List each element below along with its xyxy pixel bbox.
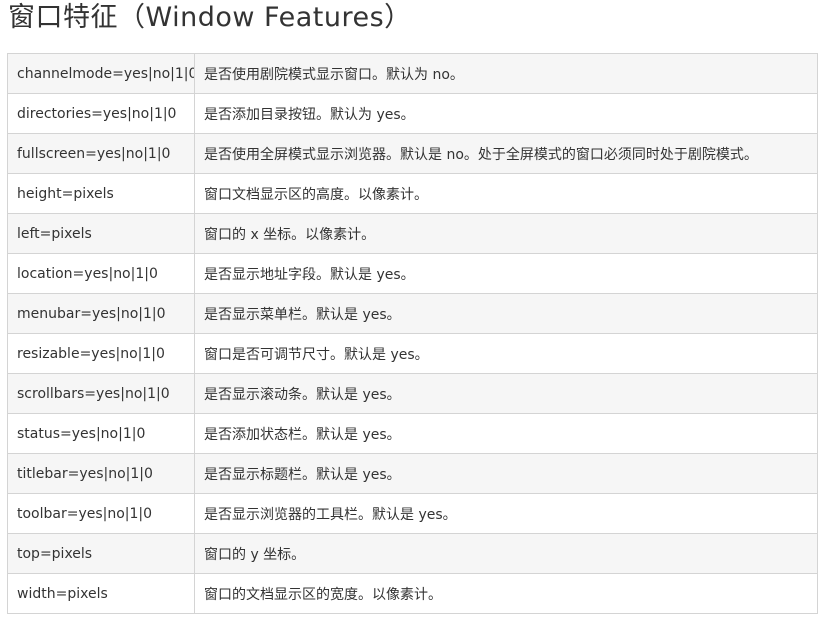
feature-cell: left=pixels xyxy=(7,213,195,254)
table-row: menubar=yes|no|1|0 是否显示菜单栏。默认是 yes。 xyxy=(7,293,818,334)
feature-cell: toolbar=yes|no|1|0 xyxy=(7,493,195,534)
feature-cell: resizable=yes|no|1|0 xyxy=(7,333,195,374)
table-row: scrollbars=yes|no|1|0 是否显示滚动条。默认是 yes。 xyxy=(7,373,818,414)
description-cell: 是否显示标题栏。默认是 yes。 xyxy=(194,453,818,494)
feature-cell: titlebar=yes|no|1|0 xyxy=(7,453,195,494)
description-cell: 是否添加状态栏。默认是 yes。 xyxy=(194,413,818,454)
table-row: width=pixels 窗口的文档显示区的宽度。以像素计。 xyxy=(7,573,818,614)
feature-cell: location=yes|no|1|0 xyxy=(7,253,195,294)
table-row: resizable=yes|no|1|0 窗口是否可调节尺寸。默认是 yes。 xyxy=(7,333,818,374)
page-title: 窗口特征（Window Features） xyxy=(8,2,412,33)
table-row: titlebar=yes|no|1|0 是否显示标题栏。默认是 yes。 xyxy=(7,453,818,494)
table-row: fullscreen=yes|no|1|0 是否使用全屏模式显示浏览器。默认是 … xyxy=(7,133,818,174)
description-cell: 窗口的 y 坐标。 xyxy=(194,533,818,574)
table-row: top=pixels 窗口的 y 坐标。 xyxy=(7,533,818,574)
description-cell: 是否使用全屏模式显示浏览器。默认是 no。处于全屏模式的窗口必须同时处于剧院模式… xyxy=(194,133,818,174)
table-row: toolbar=yes|no|1|0 是否显示浏览器的工具栏。默认是 yes。 xyxy=(7,493,818,534)
feature-cell: width=pixels xyxy=(7,573,195,614)
description-cell: 是否显示滚动条。默认是 yes。 xyxy=(194,373,818,414)
description-cell: 是否添加目录按钮。默认为 yes。 xyxy=(194,93,818,134)
feature-cell: fullscreen=yes|no|1|0 xyxy=(7,133,195,174)
page: 窗口特征（Window Features） channelmode=yes|no… xyxy=(0,0,828,628)
description-cell: 是否显示浏览器的工具栏。默认是 yes。 xyxy=(194,493,818,534)
feature-cell: status=yes|no|1|0 xyxy=(7,413,195,454)
description-cell: 是否显示菜单栏。默认是 yes。 xyxy=(194,293,818,334)
description-cell: 窗口文档显示区的高度。以像素计。 xyxy=(194,173,818,214)
feature-cell: channelmode=yes|no|1|0 xyxy=(7,53,195,94)
description-cell: 是否使用剧院模式显示窗口。默认为 no。 xyxy=(194,53,818,94)
feature-cell: top=pixels xyxy=(7,533,195,574)
description-cell: 窗口的文档显示区的宽度。以像素计。 xyxy=(194,573,818,614)
table-row: channelmode=yes|no|1|0 是否使用剧院模式显示窗口。默认为 … xyxy=(7,53,818,94)
table-body: channelmode=yes|no|1|0 是否使用剧院模式显示窗口。默认为 … xyxy=(7,53,818,614)
window-features-table: channelmode=yes|no|1|0 是否使用剧院模式显示窗口。默认为 … xyxy=(7,53,818,614)
table-row: location=yes|no|1|0 是否显示地址字段。默认是 yes。 xyxy=(7,253,818,294)
feature-cell: scrollbars=yes|no|1|0 xyxy=(7,373,195,414)
feature-cell: height=pixels xyxy=(7,173,195,214)
feature-cell: menubar=yes|no|1|0 xyxy=(7,293,195,334)
description-cell: 窗口的 x 坐标。以像素计。 xyxy=(194,213,818,254)
table-row: left=pixels 窗口的 x 坐标。以像素计。 xyxy=(7,213,818,254)
feature-cell: directories=yes|no|1|0 xyxy=(7,93,195,134)
description-cell: 是否显示地址字段。默认是 yes。 xyxy=(194,253,818,294)
description-cell: 窗口是否可调节尺寸。默认是 yes。 xyxy=(194,333,818,374)
table-row: height=pixels 窗口文档显示区的高度。以像素计。 xyxy=(7,173,818,214)
table-row: status=yes|no|1|0 是否添加状态栏。默认是 yes。 xyxy=(7,413,818,454)
table-row: directories=yes|no|1|0 是否添加目录按钮。默认为 yes。 xyxy=(7,93,818,134)
